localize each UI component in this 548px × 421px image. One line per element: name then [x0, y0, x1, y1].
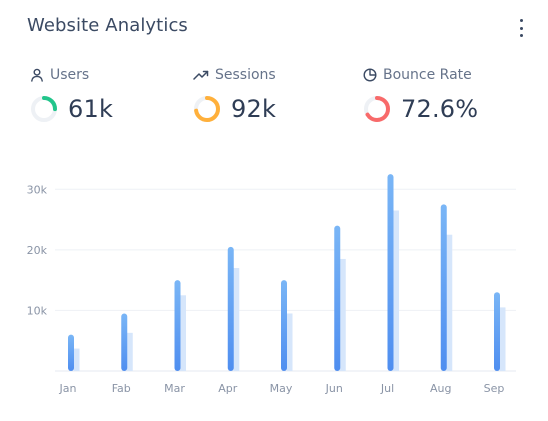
bar-primary-jul [387, 174, 394, 371]
stat-users: Users 61k [30, 64, 113, 123]
bar-secondary-aug [446, 234, 453, 371]
kebab-menu-icon[interactable] [514, 18, 528, 38]
bar-primary-mar [174, 280, 181, 371]
stat-label-users: Users [50, 67, 90, 83]
y-tick-label: 20k [27, 244, 48, 257]
y-tick-label: 10k [27, 304, 48, 317]
bar-primary-jun [334, 225, 341, 371]
stat-sessions: Sessions 92k [193, 64, 276, 123]
bar-secondary-jun [339, 258, 346, 371]
bar-secondary-apr [233, 268, 240, 371]
pie-chart-icon [363, 68, 377, 82]
stat-bounce-rate: Bounce Rate 72.6% [363, 64, 478, 123]
bar-secondary-jul [393, 210, 399, 371]
analytics-bar-chart: 10k 20k 30k Jan Fab Mar Apr May Jun Jul Aug Sep [27, 174, 516, 395]
bar-primary-sep [494, 292, 500, 371]
x-tick-label: Mar [164, 382, 185, 395]
users-progress-ring [31, 96, 57, 122]
stat-value-users: 61k [68, 95, 114, 123]
x-tick-label: Jan [59, 382, 77, 395]
bar-secondary-mar [180, 295, 186, 371]
x-tick-label: Jun [325, 382, 343, 395]
x-tick-label: Aug [430, 382, 451, 395]
x-tick-label: Jul [380, 382, 394, 395]
stat-value-sessions: 92k [231, 95, 277, 123]
x-tick-label: Fab [112, 382, 131, 395]
bar-primary-may [281, 280, 287, 371]
x-tick-label: May [270, 382, 293, 395]
card-title: Website Analytics [27, 15, 188, 36]
y-tick-label: 30k [27, 183, 48, 196]
x-tick-label: Sep [484, 382, 505, 395]
user-icon [31, 68, 43, 82]
bar-primary-aug [440, 204, 447, 371]
trending-up-icon [193, 70, 209, 80]
bar-primary-fab [121, 313, 128, 371]
sessions-progress-ring [194, 96, 220, 122]
stat-label-bounce-rate: Bounce Rate [383, 67, 472, 83]
stat-label-sessions: Sessions [215, 67, 276, 83]
bar-secondary-may [286, 313, 293, 371]
bar-primary-jan [68, 334, 74, 371]
bar-secondary-sep [499, 307, 506, 371]
bar-primary-apr [227, 246, 234, 371]
bar-secondary-fab [126, 332, 133, 371]
x-tick-label: Apr [218, 382, 238, 395]
bar-secondary-jan [73, 348, 80, 371]
bounce-rate-progress-ring [364, 96, 390, 122]
website-analytics-card: Website Analytics Users 61k Sessions 92k… [0, 0, 548, 421]
stat-value-bounce-rate: 72.6% [401, 95, 479, 123]
